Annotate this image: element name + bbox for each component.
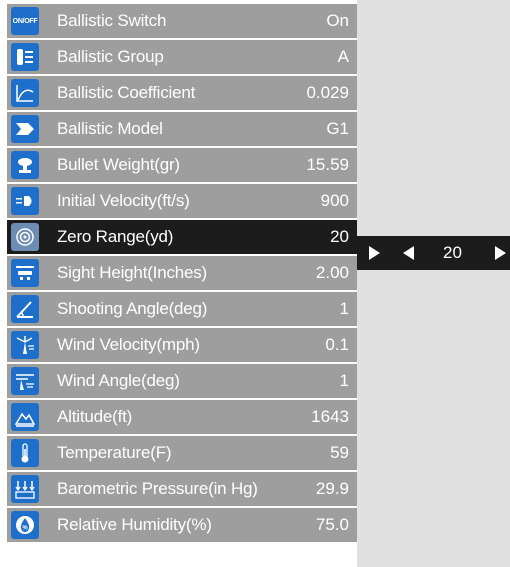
barometric-pressure-icon (11, 475, 39, 503)
row-wind-angle[interactable]: Wind Angle(deg) 1 (7, 364, 357, 398)
row-ballistic-coefficient[interactable]: Ballistic Coefficient 0.029 (7, 76, 357, 110)
ballistic-group-icon (11, 43, 39, 71)
row-label: Zero Range(yd) (57, 227, 174, 246)
row-label: Ballistic Coefficient (57, 83, 196, 102)
sight-height-icon (11, 259, 39, 287)
row-label: Ballistic Model (57, 119, 163, 138)
ballistic-model-icon (11, 115, 39, 143)
decrement-arrow-icon[interactable] (403, 246, 414, 260)
row-label: Shooting Angle(deg) (57, 299, 208, 318)
wind-velocity-icon (11, 331, 39, 359)
initial-velocity-icon (11, 187, 39, 215)
settings-menu: ON/OFF Ballistic Switch On Ballistic Gro… (7, 4, 357, 544)
row-temperature[interactable]: Temperature(F) 59 (7, 436, 357, 470)
row-label: Initial Velocity(ft/s) (57, 191, 190, 210)
row-value: 1 (339, 371, 349, 390)
row-value: 0.029 (306, 83, 349, 102)
row-value: On (326, 11, 349, 30)
row-initial-velocity[interactable]: Initial Velocity(ft/s) 900 (7, 184, 357, 218)
row-label: Sight Height(Inches) (57, 263, 208, 282)
row-value: 900 (320, 191, 349, 210)
row-label: Bullet Weight(gr) (57, 155, 180, 174)
row-shooting-angle[interactable]: Shooting Angle(deg) 1 (7, 292, 357, 326)
row-value: 1 (339, 299, 349, 318)
row-label: Wind Velocity(mph) (57, 335, 200, 354)
row-label: Ballistic Switch (57, 11, 167, 30)
row-label: Altitude(ft) (57, 407, 133, 426)
arrow-right-icon[interactable] (369, 246, 380, 260)
relative-humidity-icon: % (11, 511, 39, 539)
bullet-weight-icon (11, 151, 39, 179)
row-ballistic-switch[interactable]: ON/OFF Ballistic Switch On (7, 4, 357, 38)
row-label: Temperature(F) (57, 443, 172, 462)
row-value: 20 (330, 227, 349, 246)
row-label: Barometric Pressure(in Hg) (57, 479, 258, 498)
wind-angle-icon (11, 367, 39, 395)
svg-text:%: % (22, 526, 28, 532)
altitude-icon (11, 403, 39, 431)
ballistic-coefficient-icon (11, 79, 39, 107)
row-bullet-weight[interactable]: Bullet Weight(gr) 15.59 (7, 148, 357, 182)
row-value: G1 (326, 119, 349, 138)
zero-range-icon (11, 223, 39, 251)
row-zero-range[interactable]: Zero Range(yd) 20 (7, 220, 357, 254)
row-label: Relative Humidity(%) (57, 515, 212, 534)
increment-arrow-icon[interactable] (495, 246, 506, 260)
row-value: 29.9 (315, 479, 349, 498)
row-ballistic-model[interactable]: Ballistic Model G1 (7, 112, 357, 146)
row-sight-height[interactable]: Sight Height(Inches) 2.00 (7, 256, 357, 290)
row-wind-velocity[interactable]: Wind Velocity(mph) 0.1 (7, 328, 357, 362)
row-label: Ballistic Group (57, 47, 164, 66)
row-value: 75.0 (315, 515, 349, 534)
row-value: 0.1 (325, 335, 349, 354)
side-panel (357, 0, 510, 567)
shooting-angle-icon (11, 295, 39, 323)
zero-range-editor: 20 (357, 236, 510, 270)
row-value: 1643 (311, 407, 349, 426)
row-label: Wind Angle(deg) (57, 371, 180, 390)
row-relative-humidity[interactable]: % Relative Humidity(%) 75.0 (7, 508, 357, 542)
row-value: 2.00 (315, 263, 349, 282)
row-value: A (337, 47, 349, 66)
row-altitude[interactable]: Altitude(ft) 1643 (7, 400, 357, 434)
row-barometric-pressure[interactable]: Barometric Pressure(in Hg) 29.9 (7, 472, 357, 506)
row-ballistic-group[interactable]: Ballistic Group A (7, 40, 357, 74)
row-value: 59 (330, 443, 349, 462)
temperature-icon (11, 439, 39, 467)
editor-value[interactable]: 20 (443, 243, 462, 263)
row-value: 15.59 (306, 155, 349, 174)
on-off-icon: ON/OFF (11, 7, 39, 35)
